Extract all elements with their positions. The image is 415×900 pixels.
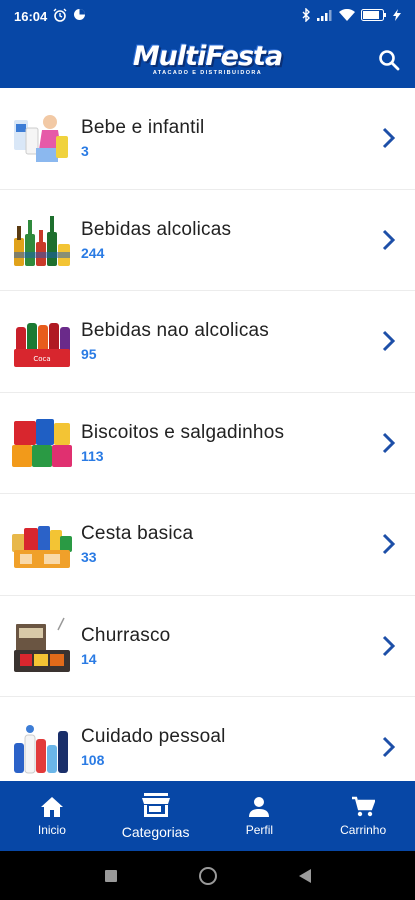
status-bar: 16:04	[0, 0, 415, 32]
nav-label: Inicio	[37, 822, 66, 837]
category-thumbnail-alcoholic-drinks	[10, 208, 74, 272]
category-name: Cesta basica	[81, 523, 194, 545]
wifi-icon	[339, 8, 355, 24]
category-name: Bebidas nao alcolicas	[81, 320, 269, 342]
logo-text-multi: Multi	[132, 41, 207, 73]
nav-carrinho[interactable]: Carrinho	[311, 781, 415, 851]
home-icon	[40, 796, 63, 817]
category-name: Cuidado pessoal	[81, 726, 226, 748]
category-count: 113	[81, 447, 104, 464]
signal-icon	[317, 9, 333, 24]
category-row[interactable]: Cesta basica 33	[0, 494, 415, 596]
chevron-right-icon	[382, 534, 396, 555]
store-icon	[141, 793, 170, 817]
category-name: Biscoitos e salgadinhos	[81, 421, 285, 443]
alarm-icon	[53, 8, 67, 25]
category-list: Bebe e infantil 3 Bebidas alcolicas 244	[0, 88, 415, 781]
category-name: Bebidas alcolicas	[81, 218, 232, 240]
category-name: Bebe e infantil	[81, 117, 205, 139]
chevron-right-icon	[382, 635, 396, 656]
category-count: 14	[81, 650, 97, 667]
cart-icon	[352, 796, 376, 816]
status-time: 16:04	[14, 8, 48, 24]
category-row[interactable]: Churrasco 14	[0, 596, 415, 697]
nav-perfil[interactable]: Perfil	[208, 781, 312, 851]
nav-label: Categorias	[121, 824, 190, 840]
nav-inicio[interactable]: Inicio	[0, 781, 104, 851]
search-icon	[379, 50, 400, 71]
bottom-navigation: Inicio Categorias Perfil Carrinho	[0, 781, 415, 851]
category-thumbnail-basic-basket	[10, 512, 74, 576]
battery-icon	[361, 8, 387, 24]
search-button[interactable]	[375, 46, 403, 74]
category-thumbnail-soft-drinks: Coca	[10, 309, 74, 373]
category-row[interactable]: Cuidado pessoal 108	[0, 697, 415, 781]
chevron-right-icon	[382, 128, 396, 149]
logo-text-festa: Festa	[205, 41, 283, 73]
category-count: 108	[81, 752, 105, 769]
category-count: 244	[81, 244, 105, 261]
category-name: Churrasco	[81, 624, 171, 646]
nav-categorias[interactable]: Categorias	[104, 781, 208, 851]
category-count: 3	[81, 143, 89, 160]
recents-icon[interactable]	[104, 869, 118, 883]
multifesta-logo[interactable]: MultiFesta ATACADO E DISTRIBUIDORA	[132, 41, 283, 77]
chevron-right-icon	[382, 432, 396, 453]
category-row[interactable]: Coca Bebidas nao alcolicas 95	[0, 291, 415, 393]
app-bar: MultiFesta ATACADO E DISTRIBUIDORA	[0, 32, 415, 88]
charging-icon	[393, 8, 401, 24]
category-thumbnail-baby	[10, 106, 74, 170]
nav-label: Perfil	[245, 822, 274, 837]
chevron-right-icon	[382, 331, 396, 352]
chevron-right-icon	[382, 737, 396, 758]
category-thumbnail-snacks	[10, 411, 74, 475]
app-notification-icon	[73, 8, 86, 24]
category-row[interactable]: Bebe e infantil 3	[0, 88, 415, 190]
bluetooth-icon	[301, 6, 311, 25]
category-thumbnail-personal-care	[10, 715, 74, 779]
chevron-right-icon	[382, 229, 396, 250]
category-row[interactable]: Biscoitos e salgadinhos 113	[0, 393, 415, 494]
back-icon[interactable]	[298, 868, 312, 884]
person-icon	[249, 796, 270, 817]
nav-label: Carrinho	[340, 822, 387, 837]
category-count: 95	[81, 346, 97, 363]
category-thumbnail-barbecue	[10, 614, 74, 678]
category-count: 33	[81, 549, 97, 566]
svg-text:Coca: Coca	[33, 355, 50, 363]
system-navigation-bar	[0, 851, 415, 900]
category-row[interactable]: Bebidas alcolicas 244	[0, 190, 415, 291]
logo-tagline: ATACADO E DISTRIBUIDORA	[152, 70, 263, 77]
home-system-icon[interactable]	[198, 866, 218, 886]
